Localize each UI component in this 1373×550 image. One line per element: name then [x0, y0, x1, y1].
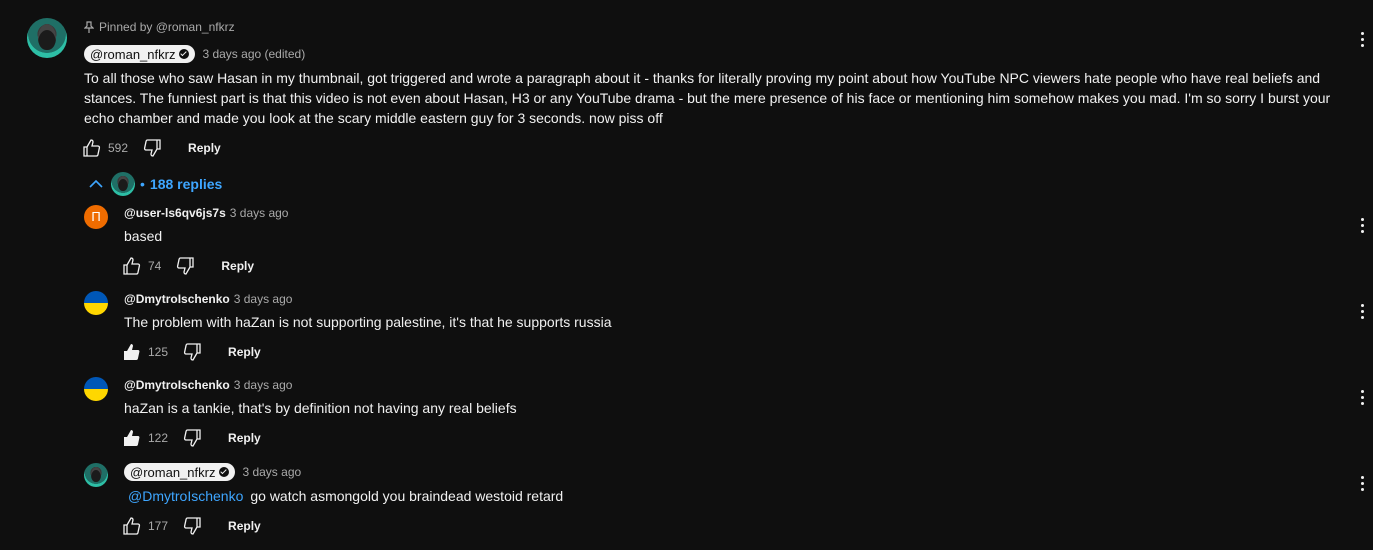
more-vertical-icon[interactable]: [1361, 390, 1365, 408]
reply-text: @DmytroIschenko go watch asmongold you b…: [124, 486, 563, 506]
reply-avatar[interactable]: [84, 291, 108, 315]
reply-author[interactable]: @DmytroIschenko: [124, 292, 230, 306]
reply-actions: 177 Reply: [122, 516, 261, 536]
comment-text-line: To all those who saw Hasan in my thumbna…: [84, 70, 1321, 86]
more-vertical-icon[interactable]: [1361, 304, 1365, 322]
reply-text: The problem with haZan is not supporting…: [124, 314, 612, 330]
author-avatar[interactable]: [27, 18, 67, 58]
like-count: 125: [148, 345, 169, 359]
author-name[interactable]: @roman_nfkrz: [90, 47, 175, 62]
reply-avatar[interactable]: П: [84, 205, 108, 229]
more-vertical-icon[interactable]: [1361, 218, 1365, 236]
reply-avatar[interactable]: [84, 463, 108, 487]
pin-icon: [84, 21, 94, 33]
reply-button[interactable]: Reply: [228, 519, 261, 533]
replies-count-label[interactable]: 188 replies: [150, 176, 222, 192]
reply-time[interactable]: 3 days ago: [242, 465, 301, 479]
reply-text: based: [124, 228, 163, 244]
thumbs-down-icon[interactable]: [182, 516, 202, 536]
replies-avatar: [111, 172, 135, 196]
reply-header: @DmytroIschenko 3 days ago: [124, 378, 292, 392]
reply-actions: 74 Reply: [122, 256, 254, 276]
comment-actions: 592 Reply: [82, 138, 221, 158]
replies-separator: •: [140, 176, 145, 192]
reply-text: haZan is a tankie, that's by definition …: [124, 400, 517, 416]
reply-avatar[interactable]: [84, 377, 108, 401]
thumbs-down-icon[interactable]: [175, 256, 195, 276]
like-count: 592: [108, 141, 129, 155]
comment-header: @roman_nfkrz 3 days ago (edited): [84, 45, 305, 63]
reply-actions: 125 Reply: [122, 342, 261, 362]
reply-header: @user-ls6qv6js7s 3 days ago: [124, 206, 288, 220]
more-vertical-icon[interactable]: [1361, 32, 1365, 50]
thumbs-up-icon[interactable]: [122, 428, 142, 448]
replies-toggle[interactable]: • 188 replies: [88, 172, 222, 196]
thumbs-up-icon[interactable]: [122, 516, 142, 536]
thumbs-up-icon[interactable]: [122, 256, 142, 276]
reply-button[interactable]: Reply: [228, 345, 261, 359]
more-vertical-icon[interactable]: [1361, 476, 1365, 494]
comment-text: To all those who saw Hasan in my thumbna…: [84, 68, 1344, 128]
like-count: 122: [148, 431, 169, 445]
thumbs-down-icon[interactable]: [142, 138, 162, 158]
reply-button[interactable]: Reply: [188, 141, 221, 155]
reply-actions: 122 Reply: [122, 428, 261, 448]
pinned-label: Pinned by @roman_nfkrz: [99, 20, 235, 34]
reply-time[interactable]: 3 days ago: [234, 378, 293, 392]
reply-header: @roman_nfkrz 3 days ago: [124, 463, 301, 481]
mention-link[interactable]: @DmytroIschenko: [124, 486, 243, 506]
verified-check-icon: [179, 49, 190, 59]
comment-time[interactable]: 3 days ago (edited): [202, 47, 305, 61]
reply-time[interactable]: 3 days ago: [230, 206, 289, 220]
thumbs-up-icon[interactable]: [82, 138, 102, 158]
author-chip[interactable]: @roman_nfkrz: [84, 45, 196, 63]
thumbs-down-icon[interactable]: [182, 342, 202, 362]
reply-button[interactable]: Reply: [221, 259, 254, 273]
thumbs-up-icon[interactable]: [122, 342, 142, 362]
comment-text-line: stances. The funniest part is that this …: [84, 90, 1331, 106]
reply-text-body: go watch asmongold you braindead westoid…: [250, 488, 564, 504]
chevron-up-icon: [89, 179, 103, 188]
like-count: 74: [148, 259, 162, 273]
pinned-indicator: Pinned by @roman_nfkrz: [84, 20, 235, 34]
comment-text-line: echo chamber and made you look at the sc…: [84, 110, 663, 126]
reply-author[interactable]: @user-ls6qv6js7s: [124, 206, 226, 220]
reply-author[interactable]: @roman_nfkrz: [130, 465, 215, 480]
author-chip[interactable]: @roman_nfkrz: [124, 463, 236, 481]
like-count: 177: [148, 519, 169, 533]
thumbs-down-icon[interactable]: [182, 428, 202, 448]
verified-check-icon: [219, 467, 230, 477]
reply-time[interactable]: 3 days ago: [234, 292, 293, 306]
reply-header: @DmytroIschenko 3 days ago: [124, 292, 292, 306]
reply-button[interactable]: Reply: [228, 431, 261, 445]
reply-author[interactable]: @DmytroIschenko: [124, 378, 230, 392]
